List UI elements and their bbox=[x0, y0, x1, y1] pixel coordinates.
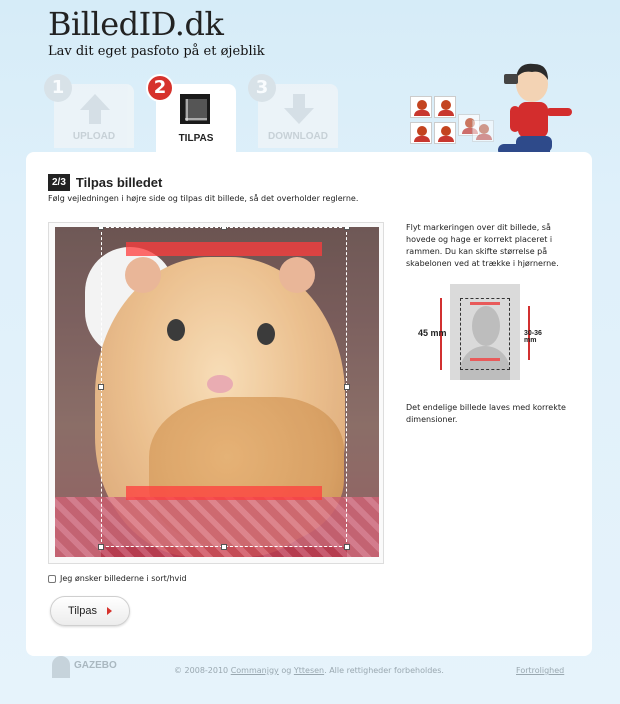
copyright-rights: . Alle rettigheder forbeholdes. bbox=[324, 666, 444, 675]
help-text-2: Det endelige billede laves med korrekte … bbox=[406, 403, 566, 424]
template-diagram: 45 mm 30-36 mm bbox=[418, 284, 544, 384]
head-top-marker bbox=[126, 242, 322, 256]
step-badge: 2/3 bbox=[48, 174, 70, 191]
resize-handle-right[interactable] bbox=[344, 384, 350, 390]
mini-photo bbox=[434, 122, 456, 144]
step-number: 1 bbox=[44, 74, 72, 102]
bw-option[interactable]: Jeg ønsker billederne i sort/hvid bbox=[48, 574, 187, 583]
uploaded-photo[interactable] bbox=[55, 227, 379, 557]
mini-photo bbox=[410, 122, 432, 144]
arrow-right-icon bbox=[106, 607, 112, 615]
resize-handle-top[interactable] bbox=[221, 227, 227, 230]
gazebo-logo-icon bbox=[52, 656, 70, 678]
copyright-prefix: © 2008-2010 bbox=[174, 666, 229, 675]
step-number: 3 bbox=[248, 74, 276, 102]
company-link-2[interactable]: Yttesen bbox=[294, 666, 324, 675]
resize-handle-top-left[interactable] bbox=[98, 227, 104, 230]
step-tilpas[interactable]: 2 TILPAS bbox=[146, 74, 236, 154]
step-label: DOWNLOAD bbox=[268, 131, 328, 142]
face-dimension-label: 30-36 mm bbox=[524, 330, 542, 344]
submit-button[interactable]: Tilpas bbox=[50, 596, 130, 626]
help-text: Flyt markeringen over dit billede, så ho… bbox=[406, 223, 559, 268]
step-number: 2 bbox=[146, 74, 174, 102]
crop-shade-right bbox=[347, 227, 379, 557]
copyright: © 2008-2010 Commanjgy og Yttesen. Alle r… bbox=[174, 666, 444, 675]
site-subtitle: Lav dit eget pasfoto på et øjeblik bbox=[48, 44, 265, 59]
site-title[interactable]: BilledID.dk bbox=[48, 4, 265, 44]
submit-button-label: Tilpas bbox=[68, 605, 97, 617]
footer-brand[interactable]: GAZEBO bbox=[74, 660, 117, 671]
step-label: TILPAS bbox=[178, 133, 214, 144]
download-arrow-icon bbox=[284, 94, 314, 124]
bw-label[interactable]: Jeg ønsker billederne i sort/hvid bbox=[60, 574, 187, 583]
diagram-chin-marker bbox=[470, 358, 500, 361]
step-upload[interactable]: 1 UPLOAD bbox=[44, 74, 134, 148]
upload-arrow-icon bbox=[80, 94, 110, 124]
copyright-connector: og bbox=[281, 666, 292, 675]
resize-handle-bottom-left[interactable] bbox=[98, 544, 104, 550]
step-download[interactable]: 3 DOWNLOAD bbox=[248, 74, 338, 148]
card-intro: Følg vejledningen i højre side og tilpas… bbox=[48, 194, 359, 203]
mini-photo bbox=[434, 96, 456, 118]
footer: GAZEBO © 2008-2010 Commanjgy og Yttesen.… bbox=[0, 656, 620, 704]
company-link-1[interactable]: Commanjgy bbox=[231, 666, 279, 675]
step-label: UPLOAD bbox=[72, 131, 116, 142]
resize-handle-top-right[interactable] bbox=[344, 227, 350, 230]
card-heading: 2/3 Tilpas billedet bbox=[48, 174, 162, 191]
height-dimension-label: 45 mm bbox=[418, 328, 447, 338]
crop-icon bbox=[180, 94, 210, 124]
crop-frame[interactable] bbox=[98, 227, 350, 550]
diagram-top-marker bbox=[470, 302, 500, 305]
site-header: BilledID.dk Lav dit eget pasfoto på et ø… bbox=[48, 4, 265, 59]
crop-shade-left bbox=[55, 227, 101, 557]
privacy-link[interactable]: Fortrolighed bbox=[516, 666, 564, 675]
resize-handle-bottom-right[interactable] bbox=[344, 544, 350, 550]
chin-marker bbox=[126, 486, 322, 500]
resize-handle-left[interactable] bbox=[98, 384, 104, 390]
resize-handle-bottom[interactable] bbox=[221, 544, 227, 550]
mini-photo bbox=[410, 96, 432, 118]
bw-checkbox[interactable] bbox=[48, 574, 56, 583]
main-card: 2/3 Tilpas billedet Følg vejledningen i … bbox=[26, 152, 592, 656]
card-title: Tilpas billedet bbox=[75, 175, 163, 190]
photo-editor[interactable] bbox=[48, 222, 384, 564]
